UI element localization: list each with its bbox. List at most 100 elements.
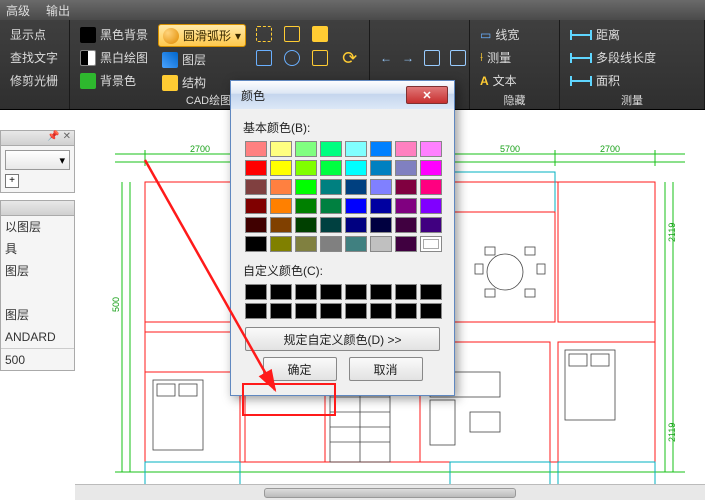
color-swatch[interactable] [245,198,267,214]
nav-sq2[interactable] [446,48,470,68]
custom-swatch[interactable] [395,303,417,319]
color-swatch[interactable] [295,198,317,214]
custom-swatch[interactable] [420,284,442,300]
color-swatch[interactable] [245,160,267,176]
nav-sq1[interactable] [420,48,444,68]
panel-expand[interactable]: + [5,174,19,188]
btn-area[interactable]: 面积 [566,70,660,91]
color-swatch[interactable] [320,160,342,176]
menu-item-advanced[interactable]: 高级 [6,2,30,19]
panel-row[interactable]: ANDARD [1,326,74,348]
color-swatch[interactable] [320,198,342,214]
btn-polyline-len[interactable]: 多段线长度 [566,47,660,68]
custom-swatch[interactable] [270,303,292,319]
color-swatch[interactable] [345,217,367,233]
color-swatch[interactable] [320,236,342,252]
panel-row[interactable]: 图层 [1,260,74,282]
btn-black-bg[interactable]: 黑色背景 [76,24,152,45]
custom-swatch[interactable] [370,284,392,300]
color-swatch[interactable] [270,160,292,176]
color-swatch[interactable] [420,217,442,233]
color-swatch[interactable] [295,236,317,252]
nav-back[interactable]: ← [376,48,396,68]
color-swatch[interactable] [295,160,317,176]
color-swatch[interactable] [420,179,442,195]
ribbon-icon-b2[interactable] [280,48,304,68]
color-swatch[interactable] [295,217,317,233]
color-swatch[interactable] [270,141,292,157]
custom-swatch[interactable] [295,303,317,319]
btn-bg-color[interactable]: 背景色 [76,70,152,91]
btn-text[interactable]: A文本 [476,70,523,91]
custom-swatch[interactable] [345,303,367,319]
ribbon-icon-b1[interactable] [252,48,276,68]
color-swatch[interactable] [295,179,317,195]
custom-swatch[interactable] [395,284,417,300]
define-custom-button[interactable]: 规定自定义颜色(D) >> [245,327,440,351]
panel-header[interactable]: 📌 ✕ [1,131,74,146]
color-swatch[interactable] [345,141,367,157]
panel-row[interactable]: 以图层 [1,216,74,238]
btn-show-points[interactable]: 显示点 [6,24,62,45]
panel-header-2[interactable] [1,201,74,216]
custom-swatch[interactable] [370,303,392,319]
custom-swatch[interactable] [320,284,342,300]
ribbon-rotate[interactable]: ⟳ [338,46,361,71]
color-swatch[interactable] [345,198,367,214]
color-swatch[interactable] [345,160,367,176]
color-swatch[interactable] [345,236,367,252]
cancel-button[interactable]: 取消 [349,357,423,381]
color-swatch[interactable] [320,141,342,157]
color-swatch[interactable] [370,198,392,214]
color-swatch[interactable] [420,141,442,157]
panel-row[interactable]: 图层 [1,304,74,326]
color-swatch[interactable] [245,179,267,195]
color-swatch[interactable] [370,160,392,176]
color-swatch[interactable] [420,236,442,252]
custom-swatch[interactable] [270,284,292,300]
panel-row[interactable] [1,282,74,304]
custom-swatch[interactable] [245,284,267,300]
color-swatch[interactable] [370,217,392,233]
color-swatch[interactable] [395,236,417,252]
close-button[interactable]: ✕ [406,86,448,104]
color-swatch[interactable] [270,217,292,233]
ribbon-icon-b3[interactable] [308,48,332,68]
scroll-thumb[interactable] [264,488,516,498]
btn-bw-draw[interactable]: 黑白绘图 [76,47,152,68]
custom-swatch[interactable] [420,303,442,319]
btn-distance[interactable]: 距离 [566,24,660,45]
color-swatch[interactable] [295,141,317,157]
nav-fwd[interactable]: → [398,48,418,68]
btn-measure[interactable]: ⟊测量 [476,47,523,68]
color-swatch[interactable] [320,179,342,195]
panel-row[interactable]: 具 [1,238,74,260]
color-swatch[interactable] [395,217,417,233]
panel-row[interactable]: 500 [1,348,74,370]
btn-crop-raster[interactable]: 修剪光栅 [6,70,62,91]
color-swatch[interactable] [345,179,367,195]
color-swatch[interactable] [270,179,292,195]
dialog-titlebar[interactable]: 颜色 ✕ [231,81,454,109]
custom-swatch[interactable] [295,284,317,300]
ribbon-icon-a3[interactable] [308,24,332,44]
btn-lineweight[interactable]: ▭线宽 [476,24,523,45]
custom-swatch[interactable] [245,303,267,319]
scrollbar-horizontal[interactable] [75,484,705,500]
custom-swatch[interactable] [345,284,367,300]
ribbon-icon-a1[interactable] [252,24,276,44]
color-swatch[interactable] [270,198,292,214]
color-swatch[interactable] [370,141,392,157]
color-swatch[interactable] [270,236,292,252]
btn-smooth-arc[interactable]: 圆滑弧形▾ [158,24,246,47]
color-swatch[interactable] [395,141,417,157]
color-swatch[interactable] [395,198,417,214]
color-swatch[interactable] [395,160,417,176]
btn-layers[interactable]: 图层 [158,49,246,70]
color-swatch[interactable] [420,198,442,214]
color-swatch[interactable] [395,179,417,195]
color-swatch[interactable] [245,217,267,233]
ribbon-icon-a2[interactable] [280,24,304,44]
btn-find-text[interactable]: 查找文字 [6,47,62,68]
color-swatch[interactable] [420,160,442,176]
